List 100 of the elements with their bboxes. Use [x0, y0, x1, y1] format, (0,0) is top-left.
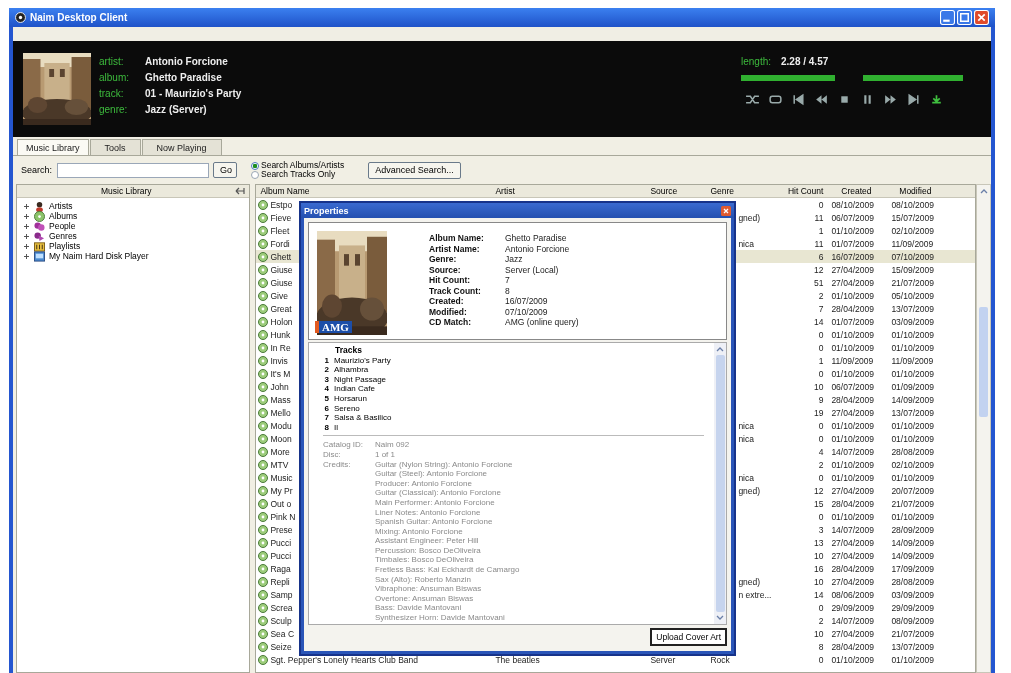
panel-title: Music Library: [101, 186, 152, 196]
table-cell: 01/10/2009: [831, 290, 874, 301]
table-cell: Rock: [710, 654, 730, 665]
table-cell: nica: [738, 238, 754, 249]
field-value: Jazz (Server): [145, 104, 207, 115]
table-cell: 21/07/2009: [891, 277, 934, 288]
table-cell: 2: [818, 290, 824, 301]
table-cell: 13: [813, 537, 824, 548]
table-cell: 4: [818, 446, 824, 457]
detail-value: Fretless Bass: Kai Eckhardt de Camargo: [375, 565, 520, 575]
table-cell: 10: [813, 381, 824, 392]
track-title: Alhambra: [334, 365, 369, 375]
detail-value: Synthesizer Horn: Davide Mantovani: [375, 613, 506, 623]
table-cell: 15/07/2009: [891, 212, 934, 223]
table-cell: 01/10/2009: [831, 654, 874, 665]
field-label: artist:: [99, 56, 125, 67]
table-cell: 10: [813, 550, 824, 561]
table-cell: 21/07/2009: [891, 628, 934, 639]
table-cell: Fleet: [270, 225, 290, 236]
table-cell: Repli: [270, 576, 290, 587]
field-label: album:: [99, 72, 130, 83]
dialog-title: Properties: [304, 205, 349, 216]
table-cell: 01/09/2009: [891, 381, 934, 392]
table-cell: 28/04/2009: [831, 641, 874, 652]
table-cell: 21/07/2009: [891, 498, 934, 509]
table-cell: 01/10/2009: [891, 654, 934, 665]
table-cell: 28/04/2009: [831, 563, 874, 574]
table-cell: 2: [818, 615, 824, 626]
table-cell: 28/04/2009: [831, 394, 874, 405]
track-number: 3: [323, 374, 329, 385]
table-cell: 13/07/2009: [891, 303, 934, 314]
table-cell: 0: [818, 433, 824, 444]
table-cell: 10: [813, 628, 824, 639]
table-cell: Mass: [270, 394, 291, 405]
detail-value: Spanish Guitar: Antonio Forcione: [375, 517, 494, 527]
table-cell: 10: [813, 576, 824, 587]
table-cell: 1: [818, 355, 824, 366]
table-cell: 11/09/2009: [831, 355, 874, 366]
detail-value: Vibraphone: Ansuman Biswas: [375, 584, 483, 594]
table-cell: 03/09/2009: [891, 316, 934, 327]
detail-value: Percussion: Bosco DeOliveira: [375, 545, 482, 556]
table-cell: 14/07/2009: [831, 524, 874, 535]
track-title: Indian Cafe: [334, 384, 375, 394]
table-cell: 28/04/2009: [831, 303, 874, 314]
table-cell: 0: [818, 654, 824, 665]
table-cell: 01/10/2009: [891, 329, 934, 340]
table-cell: 14/07/2009: [831, 615, 874, 626]
length-value: 2.28 / 4.57: [781, 55, 829, 67]
detail-label: Credits:: [323, 459, 352, 471]
property-label: Track Count:: [429, 285, 482, 296]
property-value: 8: [505, 285, 511, 296]
table-cell: 19: [813, 407, 824, 418]
table-cell: Server: [650, 654, 676, 665]
property-label: Modified:: [429, 306, 468, 317]
table-cell: 12: [813, 264, 824, 275]
detail-value: Sax (Alto): Roberto Manzin: [375, 574, 473, 585]
table-cell: 01/10/2009: [891, 342, 934, 353]
table-cell: 7: [818, 303, 824, 314]
table-cell: Sgt. Pepper's Lonely Hearts Club Band: [270, 654, 419, 665]
table-cell: 01/10/2009: [831, 342, 874, 353]
table-cell: 28/04/2009: [831, 498, 874, 509]
track-title: Maurizio's Party: [334, 355, 391, 366]
track-title: Night Passage: [334, 374, 387, 385]
search-label: Search:: [21, 165, 51, 175]
table-cell: It's M: [270, 368, 291, 379]
table-cell: 06/07/2009: [831, 381, 874, 392]
table-cell: 2: [818, 459, 824, 470]
table-cell: In Re: [270, 342, 291, 353]
table-cell: 11: [814, 212, 824, 223]
table-cell: 08/10/2009: [831, 199, 874, 210]
field-value: 01 - Maurizio's Party: [145, 88, 242, 99]
table-cell: 15/09/2009: [891, 264, 934, 275]
table-cell: Fieve: [270, 212, 292, 223]
table-cell: 20/07/2009: [891, 485, 934, 496]
property-value: 16/07/2009: [505, 296, 549, 307]
table-cell: 07/10/2009: [891, 251, 934, 262]
table-cell: 17/09/2009: [891, 563, 934, 574]
table-cell: 28/09/2009: [891, 524, 934, 535]
property-label: Genre:: [429, 254, 458, 265]
detail-value: Assistant Engineer: Peter Hill: [375, 536, 480, 546]
table-cell: 14/09/2009: [891, 537, 934, 548]
detail-value: Naim 092: [375, 440, 410, 450]
field-value: Antonio Forcione: [145, 56, 228, 67]
table-cell: Seize: [270, 641, 292, 652]
table-cell: 01/07/2009: [831, 238, 874, 249]
table-cell: 51: [813, 277, 824, 288]
table-cell: Modu: [270, 420, 292, 431]
track-title: Sereno: [334, 403, 360, 414]
table-cell: 05/10/2009: [891, 290, 934, 301]
table-cell: Pucci: [270, 537, 292, 548]
radio-label: Search Albums/Artists: [261, 161, 345, 170]
table-cell: 27/04/2009: [831, 485, 874, 496]
table-cell: n extre...: [738, 589, 772, 600]
track-number: 1: [323, 355, 329, 366]
table-cell: 14: [813, 589, 824, 600]
detail-value: Overtone: Ansuman Biswas: [375, 593, 475, 604]
table-cell: 14/07/2009: [831, 446, 874, 457]
table-cell: 8: [818, 641, 824, 652]
table-cell: 01/10/2009: [831, 420, 874, 431]
track-number: 8: [323, 422, 329, 433]
